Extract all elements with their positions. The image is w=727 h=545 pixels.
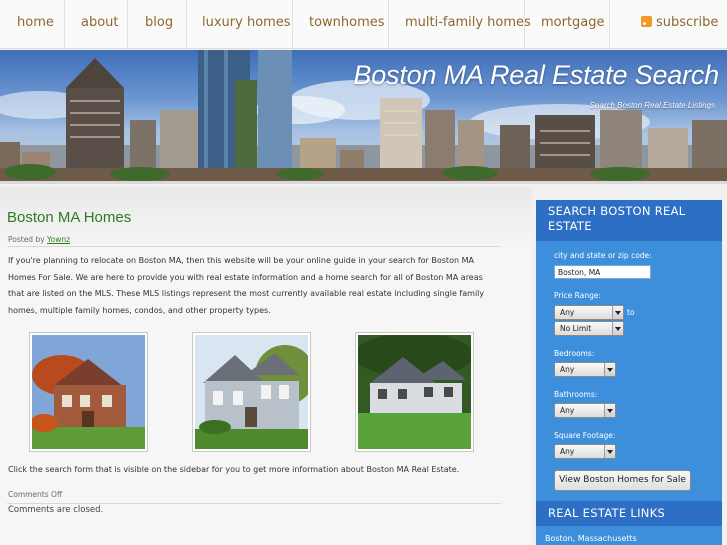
sqft-label: Square Footage: xyxy=(554,431,616,440)
house-photo xyxy=(355,332,474,452)
nav-multi-family-homes[interactable]: multi-family homes xyxy=(405,0,531,48)
post-body: If you're planning to relocate on Boston… xyxy=(8,256,485,315)
bathrooms-select[interactable]: Any xyxy=(554,403,616,418)
bedrooms-label: Bedrooms: xyxy=(554,349,595,358)
city-input[interactable] xyxy=(554,265,651,279)
comments-closed-notice: Comments are closed. xyxy=(8,505,104,515)
sqft-select[interactable]: Any xyxy=(554,444,616,459)
sidebar: SEARCH BOSTON REAL ESTATE city and state… xyxy=(536,200,722,545)
top-nav: home about blog luxury homes townhomes m… xyxy=(0,0,727,49)
nav-home[interactable]: home xyxy=(17,0,54,48)
link-boston-massachusetts[interactable]: Boston, Massachusetts xyxy=(545,534,637,543)
price-max-select[interactable]: No Limit xyxy=(554,321,624,336)
bathrooms-label: Bathrooms: xyxy=(554,390,598,399)
nav-townhomes[interactable]: townhomes xyxy=(309,0,385,48)
search-widget-heading: SEARCH BOSTON REAL ESTATE xyxy=(536,200,722,241)
price-range-label: Price Range: xyxy=(554,291,601,300)
nav-divider xyxy=(524,0,525,48)
nav-divider xyxy=(186,0,187,48)
main-content: Boston MA Homes Posted by Yownz If you'r… xyxy=(0,187,532,545)
post-title[interactable]: Boston MA Homes xyxy=(7,209,131,226)
nav-blog[interactable]: blog xyxy=(145,0,173,48)
divider xyxy=(7,503,501,504)
chevron-down-icon xyxy=(604,445,615,458)
nav-about[interactable]: about xyxy=(81,0,119,48)
comments-status: Comments Off xyxy=(8,490,63,499)
nav-divider xyxy=(388,0,389,48)
post-footer-text: Click the search form that is visible on… xyxy=(8,465,460,474)
chevron-down-icon xyxy=(604,404,615,417)
bedrooms-select[interactable]: Any xyxy=(554,362,616,377)
nav-divider xyxy=(127,0,128,48)
bedrooms-value: Any xyxy=(560,365,575,374)
author-link[interactable]: Yownz xyxy=(47,235,70,244)
chevron-down-icon xyxy=(612,306,623,319)
sqft-value: Any xyxy=(560,447,575,456)
nav-mortgage[interactable]: mortgage xyxy=(541,0,605,48)
city-label: city and state or zip code: xyxy=(554,251,652,260)
nav-divider xyxy=(609,0,610,48)
chevron-down-icon xyxy=(604,363,615,376)
nav-subscribe[interactable]: subscribe xyxy=(641,0,718,48)
house-photo xyxy=(192,332,311,452)
price-max-value: No Limit xyxy=(560,324,592,333)
site-title[interactable]: Boston MA Real Estate Search xyxy=(353,60,719,91)
post-meta: Posted by Yownz xyxy=(8,235,70,244)
price-min-select[interactable]: Any xyxy=(554,305,624,320)
bathrooms-value: Any xyxy=(560,406,575,415)
nav-divider xyxy=(64,0,65,48)
nav-divider xyxy=(292,0,293,48)
rss-icon xyxy=(641,16,652,27)
nav-subscribe-label: subscribe xyxy=(656,15,719,30)
header-banner: Boston MA Real Estate Search Search Bost… xyxy=(0,50,727,184)
house-photo xyxy=(29,332,148,452)
nav-luxury-homes[interactable]: luxury homes xyxy=(202,0,291,48)
view-homes-button[interactable]: View Boston Homes for Sale xyxy=(554,470,691,491)
price-min-value: Any xyxy=(560,308,575,317)
posted-by-label: Posted by xyxy=(8,235,45,244)
chevron-down-icon xyxy=(612,322,623,335)
price-to-label: to xyxy=(627,308,635,317)
links-widget-heading: REAL ESTATE LINKS xyxy=(536,501,722,526)
site-tagline: Search Boston Real Estate Listings xyxy=(589,101,715,110)
divider xyxy=(7,246,501,247)
